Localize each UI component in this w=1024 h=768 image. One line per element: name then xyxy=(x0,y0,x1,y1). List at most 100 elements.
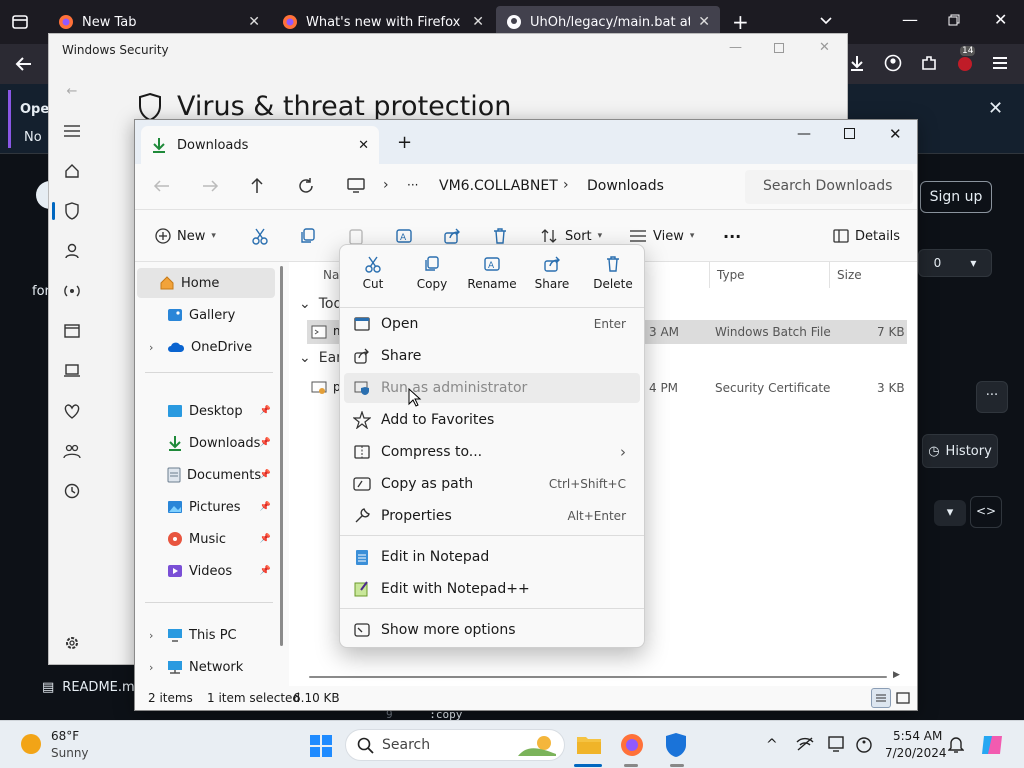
nav-scrollbar[interactable] xyxy=(280,266,283,646)
readme-file-item[interactable]: ▤ README.m xyxy=(42,680,135,695)
hamburger-menu-icon[interactable] xyxy=(61,120,83,142)
pin-icon[interactable]: 📌 xyxy=(260,438,271,448)
account-protection-icon[interactable] xyxy=(61,240,83,262)
scroll-right-icon[interactable]: ▶ xyxy=(893,670,900,680)
menu-item-open[interactable]: Open Enter xyxy=(344,309,640,339)
nav-item-network[interactable]: › Network xyxy=(145,652,273,682)
context-cut-button[interactable]: Cut xyxy=(345,255,401,303)
pin-icon[interactable]: 📌 xyxy=(260,502,271,512)
chevron-right-icon[interactable]: › xyxy=(149,661,153,674)
back-arrow-icon[interactable] xyxy=(153,178,171,194)
breadcrumb-downloads[interactable]: Downloads xyxy=(587,178,664,194)
extensions-puzzle-icon[interactable] xyxy=(920,54,938,72)
column-header-size[interactable]: Size xyxy=(837,268,862,282)
extension-badge-icon[interactable]: 14 xyxy=(956,46,976,72)
breadcrumb-vm6-collabnet[interactable]: VM6.COLLABNET xyxy=(439,178,558,194)
sign-up-button[interactable]: Sign up xyxy=(920,181,992,213)
hamburger-menu-icon[interactable] xyxy=(992,54,1008,72)
protection-history-icon[interactable] xyxy=(61,480,83,502)
close-tab-icon[interactable]: ✕ xyxy=(698,14,710,30)
weather-temperature[interactable]: 68°F xyxy=(51,729,79,743)
nav-item-downloads[interactable]: Downloads 📌 xyxy=(145,428,273,458)
minimize-icon[interactable]: — xyxy=(729,40,742,55)
tab-overview-icon[interactable] xyxy=(10,12,30,32)
nav-item-desktop[interactable]: Desktop 📌 xyxy=(145,396,273,426)
nav-item-documents[interactable]: Documents 📌 xyxy=(145,460,273,490)
firefox-taskbar-icon[interactable] xyxy=(620,733,644,757)
menu-item-show-more-options[interactable]: Show more options xyxy=(344,615,640,645)
close-banner-icon[interactable]: ✕ xyxy=(988,98,1003,119)
menu-item-add-to-favorites[interactable]: Add to Favorites xyxy=(344,405,640,435)
context-rename-button[interactable]: A Rename xyxy=(464,255,520,303)
explorer-tab-downloads[interactable]: Downloads ✕ xyxy=(141,126,379,164)
cut-button[interactable] xyxy=(251,224,269,248)
weather-sun-icon[interactable] xyxy=(20,733,42,755)
copilot-icon[interactable] xyxy=(980,732,1006,758)
column-header-name[interactable]: Na xyxy=(323,268,339,282)
forward-arrow-icon[interactable] xyxy=(201,178,219,194)
windows-security-taskbar-icon[interactable] xyxy=(664,732,688,758)
more-options-icon[interactable]: ··· xyxy=(976,381,1008,413)
copy-button[interactable] xyxy=(299,224,317,248)
history-button[interactable]: ◷ History xyxy=(922,434,998,468)
device-security-icon[interactable] xyxy=(61,360,83,382)
restore-icon[interactable] xyxy=(948,14,960,26)
file-explorer-taskbar-icon[interactable] xyxy=(576,733,602,755)
nav-item-pictures[interactable]: Pictures 📌 xyxy=(145,492,273,522)
code-view-icon[interactable]: <> xyxy=(970,496,1002,528)
banner-button-text[interactable]: No xyxy=(24,130,42,145)
back-arrow-icon[interactable] xyxy=(14,54,34,74)
menu-item-edit-in-notepad[interactable]: Edit in Notepad xyxy=(344,542,640,572)
home-icon[interactable] xyxy=(61,160,83,182)
nav-item-onedrive[interactable]: › OneDrive xyxy=(145,332,273,362)
clock-time[interactable]: 5:54 AM xyxy=(893,729,942,743)
new-tab-plus-icon[interactable]: + xyxy=(732,10,749,34)
account-icon[interactable] xyxy=(884,54,902,72)
network-offline-icon[interactable] xyxy=(796,736,814,752)
details-button[interactable]: Details xyxy=(833,224,900,248)
pin-icon[interactable]: 📌 xyxy=(260,534,271,544)
downloads-icon[interactable] xyxy=(848,54,866,72)
see-more-button[interactable]: ··· xyxy=(723,224,741,248)
nav-item-music[interactable]: Music 📌 xyxy=(145,524,273,554)
family-options-icon[interactable] xyxy=(61,440,83,462)
shield-icon[interactable] xyxy=(61,200,83,222)
firewall-network-icon[interactable] xyxy=(61,280,83,302)
horizontal-scrollbar[interactable] xyxy=(309,676,887,678)
group-today[interactable]: ⌄ Tod xyxy=(299,296,342,312)
context-delete-button[interactable]: Delete xyxy=(585,255,641,303)
settings-gear-icon[interactable] xyxy=(61,632,83,654)
star-count-button[interactable]: 0 ▾ xyxy=(918,249,992,277)
clock-date[interactable]: 7/20/2024 xyxy=(885,746,947,760)
breadcrumb-more[interactable]: ··· xyxy=(407,178,418,192)
nav-item-home[interactable]: Home xyxy=(137,268,275,298)
menu-item-properties[interactable]: Properties Alt+Enter xyxy=(344,501,640,531)
chevron-right-icon[interactable]: › xyxy=(149,629,153,642)
new-button[interactable]: New ▾ xyxy=(155,224,216,248)
nav-item-gallery[interactable]: Gallery xyxy=(145,300,273,330)
pin-icon[interactable]: 📌 xyxy=(260,406,271,416)
nav-item-videos[interactable]: Videos 📌 xyxy=(145,556,273,586)
pin-icon[interactable]: 📌 xyxy=(260,566,271,576)
app-browser-control-icon[interactable] xyxy=(61,320,83,342)
maximize-icon[interactable] xyxy=(774,43,784,53)
refresh-icon[interactable] xyxy=(297,177,315,195)
accessibility-icon[interactable] xyxy=(855,736,873,754)
context-copy-button[interactable]: Copy xyxy=(404,255,460,303)
close-window-icon[interactable]: ✕ xyxy=(819,40,830,55)
close-tab-icon[interactable]: ✕ xyxy=(358,138,369,153)
notification-bell-icon[interactable] xyxy=(948,735,964,753)
menu-item-share[interactable]: Share xyxy=(344,341,640,371)
windows-start-icon[interactable] xyxy=(309,734,333,758)
maximize-icon[interactable] xyxy=(844,128,855,139)
menu-item-compress-to[interactable]: Compress to... › xyxy=(344,437,640,467)
display-icon[interactable] xyxy=(828,736,846,752)
taskbar-search-input[interactable]: Search xyxy=(345,729,565,761)
new-tab-plus-icon[interactable]: + xyxy=(397,132,412,153)
pin-icon[interactable]: 📌 xyxy=(260,470,271,480)
chevron-up-icon[interactable]: ^ xyxy=(766,737,778,753)
list-tabs-chevron-icon[interactable] xyxy=(818,12,834,28)
search-input[interactable]: Search Downloads xyxy=(745,170,913,204)
minimize-icon[interactable]: — xyxy=(797,126,811,142)
context-share-button[interactable]: Share xyxy=(524,255,580,303)
